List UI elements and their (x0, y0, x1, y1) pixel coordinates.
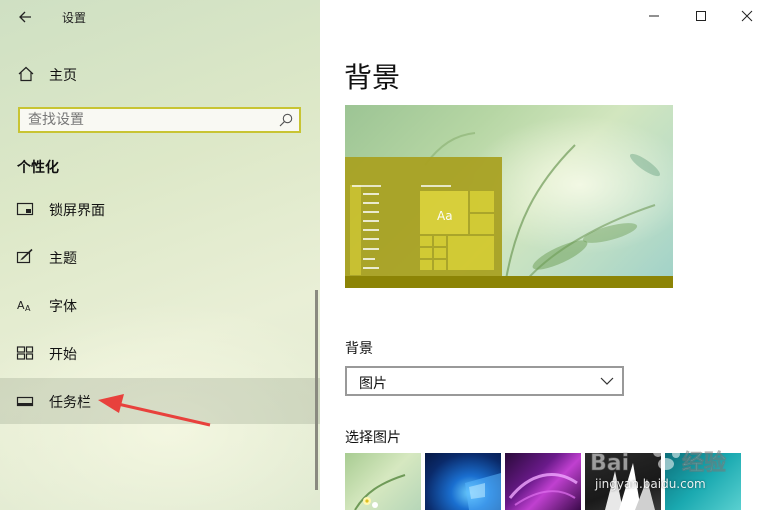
search-input[interactable] (20, 109, 278, 131)
svg-text:A: A (25, 304, 31, 313)
taskbar-icon (16, 396, 34, 407)
minimize-icon[interactable] (644, 6, 664, 26)
home-icon (18, 66, 34, 82)
sidebar-item-lockscreen[interactable]: 锁屏界面 (0, 186, 320, 232)
sidebar-item-taskbar[interactable]: 任务栏 (0, 378, 320, 424)
sidebar: 设置 主页 个性化 锁屏界面 主题 A A (0, 0, 320, 510)
sidebar-item-theme[interactable]: 主题 (0, 234, 320, 280)
sidebar-item-label: 字体 (49, 299, 77, 315)
app-title: 设置 (62, 11, 87, 25)
main-panel: 背景 Aa 背景 图片 选择图片 (320, 0, 771, 510)
preview-taskbar (345, 276, 673, 288)
back-arrow-icon (19, 11, 31, 23)
preview-start-menu: Aa (345, 157, 502, 276)
sidebar-titlebar: 设置 (0, 0, 320, 34)
font-icon: A A (17, 299, 31, 313)
lockscreen-icon (16, 202, 34, 216)
background-label: 背景 (345, 341, 373, 357)
thumbnail-windows-blue[interactable] (425, 453, 501, 510)
sidebar-item-home[interactable]: 主页 (0, 62, 320, 86)
background-dropdown[interactable]: 图片 (345, 366, 624, 396)
chevron-down-icon (600, 377, 614, 385)
page-title: 背景 (344, 61, 401, 94)
preview-tile-text: Aa (437, 209, 453, 223)
swirl-graphic (508, 473, 578, 506)
sidebar-scrollbar[interactable] (315, 290, 318, 490)
sidebar-item-label: 任务栏 (49, 395, 91, 411)
maximize-icon[interactable] (691, 6, 711, 26)
sidebar-item-label: 主页 (49, 68, 77, 84)
windows-light-graphic (465, 473, 501, 510)
theme-brush-icon (16, 248, 33, 264)
sidebar-item-label: 锁屏界面 (49, 203, 105, 219)
back-button[interactable] (14, 8, 36, 26)
sidebar-item-label: 主题 (49, 251, 77, 267)
svg-text:经验: 经验 (682, 450, 726, 476)
background-preview: Aa (345, 105, 673, 288)
search-icon[interactable] (278, 112, 294, 128)
start-tiles-icon (16, 346, 34, 360)
dropdown-value: 图片 (359, 376, 387, 392)
thumbnail-purple-swirl[interactable] (505, 453, 581, 510)
sidebar-item-fonts[interactable]: A A 字体 (0, 282, 320, 328)
sidebar-item-label: 开始 (49, 347, 77, 363)
sidebar-item-start[interactable]: 开始 (0, 330, 320, 376)
search-box[interactable] (18, 107, 301, 133)
svg-text:A: A (17, 299, 25, 312)
svg-text:Bai: Bai (590, 451, 629, 476)
close-icon[interactable] (737, 6, 757, 26)
choose-picture-label: 选择图片 (345, 430, 401, 446)
thumbnail-green-meadow[interactable] (345, 453, 421, 510)
section-title: 个性化 (17, 160, 59, 176)
preview-start-menu-contents: Aa (350, 185, 494, 275)
watermark-text: jingyan.baidu.com (595, 477, 706, 491)
flower-graphic (354, 474, 406, 510)
